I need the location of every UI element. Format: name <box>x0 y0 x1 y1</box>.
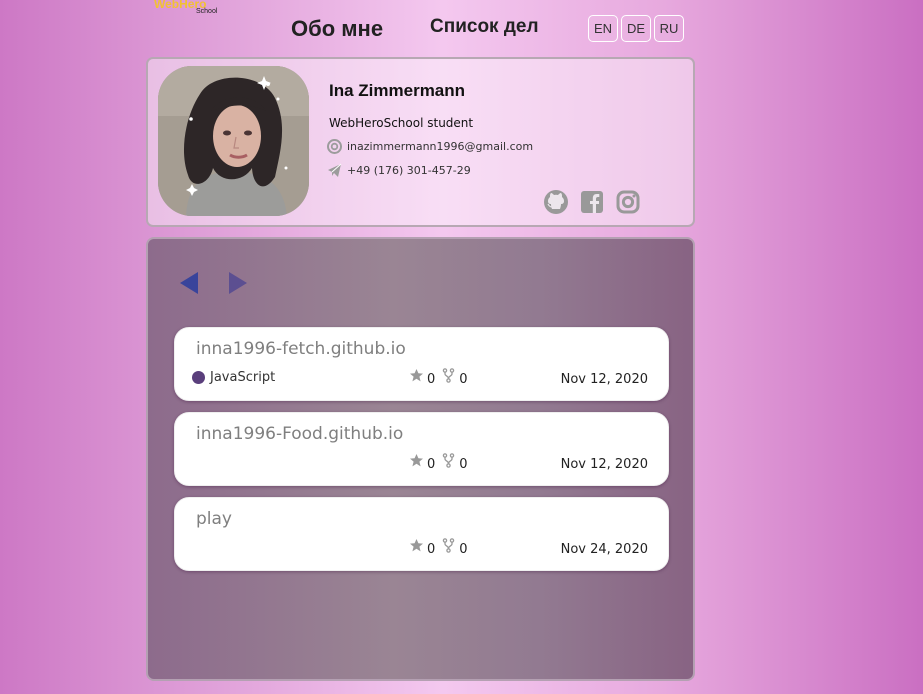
telegram-icon <box>327 163 342 178</box>
stars-count: 0 <box>409 368 435 387</box>
forks-value: 0 <box>459 372 468 387</box>
language-switcher: EN DE RU <box>588 15 684 42</box>
profile-role: WebHeroSchool student <box>329 116 474 130</box>
forks-value: 0 <box>459 542 468 557</box>
profile-name: Ina Zimmermann <box>329 81 466 100</box>
arrow-right-icon <box>229 272 247 294</box>
stars-value: 0 <box>427 457 436 472</box>
stars-count: 0 <box>409 453 435 472</box>
repository-stats: 0 0 <box>409 453 468 472</box>
contact-email-row: inazimmermann1996@gmail.com <box>327 139 533 154</box>
repository-panel: inna1996-fetch.github.io JavaScript 0 0 … <box>146 237 695 681</box>
nav-about-link[interactable]: Обо мне <box>291 16 383 42</box>
language-button-en[interactable]: EN <box>588 15 618 42</box>
fork-icon <box>441 368 456 383</box>
forks-count: 0 <box>441 368 468 387</box>
contact-phone-text[interactable]: +49 (176) 301-457-29 <box>347 164 471 177</box>
contact-phone-row: +49 (176) 301-457-29 <box>327 163 471 178</box>
stars-count: 0 <box>409 538 435 557</box>
repository-language: JavaScript <box>192 370 275 385</box>
forks-count: 0 <box>441 453 468 472</box>
star-icon <box>409 538 424 553</box>
next-page-button[interactable] <box>228 271 248 295</box>
stars-value: 0 <box>427 372 436 387</box>
star-icon <box>409 453 424 468</box>
repository-date: Nov 12, 2020 <box>560 372 648 387</box>
email-icon <box>327 139 342 154</box>
forks-count: 0 <box>441 538 468 557</box>
fork-icon <box>441 453 456 468</box>
repository-card[interactable]: inna1996-Food.github.io 0 0 Nov 12, 2020 <box>174 412 669 486</box>
repository-stats: 0 0 <box>409 368 468 387</box>
contact-email-text[interactable]: inazimmermann1996@gmail.com <box>347 140 533 153</box>
repository-date: Nov 24, 2020 <box>560 542 648 557</box>
arrow-left-icon <box>180 272 198 294</box>
github-icon[interactable] <box>543 189 569 215</box>
social-links <box>543 189 641 215</box>
fork-icon <box>441 538 456 553</box>
language-color-dot <box>192 371 205 384</box>
facebook-icon[interactable] <box>579 189 605 215</box>
webhero-logo[interactable]: WebHero School <box>154 0 224 19</box>
repository-language-text: JavaScript <box>210 370 276 385</box>
profile-card: Ina Zimmermann WebHeroSchool student ina… <box>146 57 695 227</box>
nav-todo-link[interactable]: Список дел <box>430 16 539 38</box>
repository-name[interactable]: play <box>196 509 232 529</box>
previous-page-button[interactable] <box>179 271 199 295</box>
avatar <box>158 66 309 216</box>
repository-date: Nov 12, 2020 <box>560 457 648 472</box>
repository-name[interactable]: inna1996-Food.github.io <box>196 424 403 444</box>
stars-value: 0 <box>427 542 436 557</box>
repository-name[interactable]: inna1996-fetch.github.io <box>196 339 406 359</box>
repository-card[interactable]: play 0 0 Nov 24, 2020 <box>174 497 669 571</box>
star-icon <box>409 368 424 383</box>
language-button-ru[interactable]: RU <box>654 15 684 42</box>
repository-stats: 0 0 <box>409 538 468 557</box>
language-button-de[interactable]: DE <box>621 15 651 42</box>
avatar-illustration <box>158 66 309 216</box>
forks-value: 0 <box>459 457 468 472</box>
logo-sub-text: School <box>196 8 218 15</box>
instagram-icon[interactable] <box>615 189 641 215</box>
repository-card[interactable]: inna1996-fetch.github.io JavaScript 0 0 … <box>174 327 669 401</box>
